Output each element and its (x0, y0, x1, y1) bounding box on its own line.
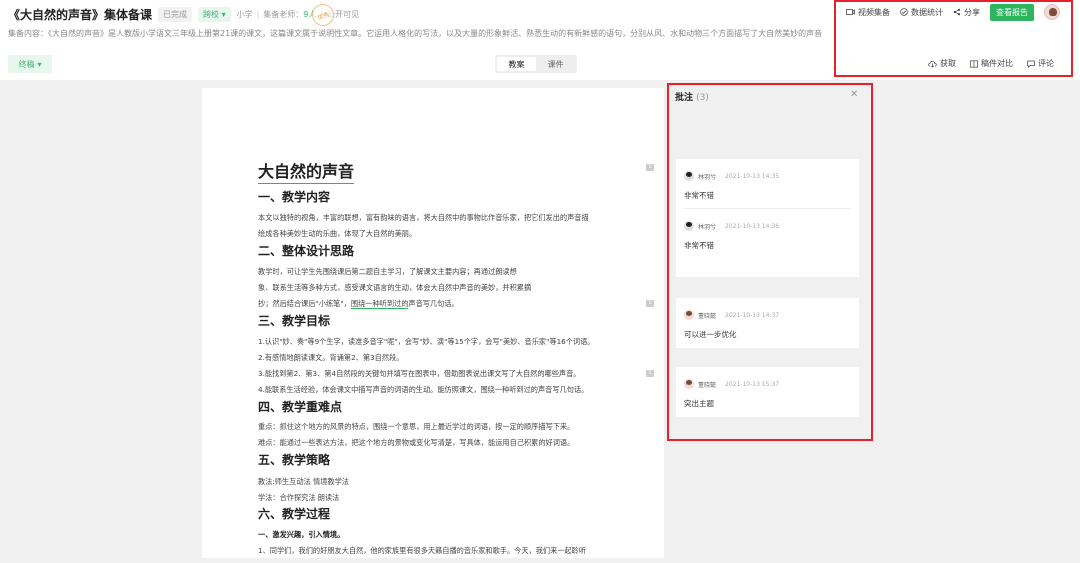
comment-marker[interactable]: 1 (646, 370, 654, 377)
section-heading: 六、教学过程 (258, 507, 331, 521)
caret-down-icon: ▾ (37, 59, 42, 69)
tab-lesson-plan[interactable]: 教案 (497, 57, 536, 71)
goal-line: 1.认识"妙、奏"等9个生字，读准多音字"呢"，会写"妙、演"等15个字，会写"… (258, 337, 595, 346)
level-label: 小学 (236, 9, 253, 19)
goal-line: 3.能找到第2、第3、第4自然段的关键句并填写在图表中，借助图表说出课文写了大自… (258, 369, 581, 378)
comment-marker[interactable]: 1 (646, 300, 654, 307)
final-version-label: 终稿 (18, 59, 35, 69)
document-page: 大自然的声音 1 一、教学内容 本文以独特的视角，丰富的联想，富有韵味的语言，将… (202, 88, 664, 558)
section-heading: 一、教学内容 (258, 190, 331, 204)
paragraph-line: 本文以独特的视角，丰富的联想，富有韵味的语言，将大自然中的事物比作音乐家，把它们… (258, 213, 589, 222)
paragraph-line: 教学时，可让学生先围绕课后第二题自主学习，了解课文主要内容；再通过朗读想 (258, 267, 517, 276)
text-span: 抄；然后结合课后"小练笔"， (258, 299, 351, 308)
paragraph-line: 教法:师生互动法 情境教学法 (258, 477, 349, 486)
title-row: 《大自然的声音》集体备课 已完成 跨校 ▾ 小学|集备老师：9人|公开可见 (8, 6, 359, 22)
paragraph-line: 抄；然后结合课后"小练笔"，围绕一种听到过的声音写几句话。 (258, 299, 459, 309)
section-heading: 二、整体设计思路 (258, 244, 355, 258)
annotated-text[interactable]: 围绕一种听到过的 (350, 299, 409, 309)
status-badge: 已完成 (158, 6, 193, 22)
caret-down-icon: ▾ (221, 9, 226, 19)
doc-title: 大自然的声音 (258, 158, 355, 184)
paragraph-line: 难点：能通过一些表达方法，把这个地方的景物或变化写清楚，写具体，能运用自己积累的… (258, 438, 575, 447)
section-heading: 五、教学策略 (258, 453, 331, 467)
page-title: 《大自然的声音》集体备课 (8, 7, 153, 22)
tab-courseware[interactable]: 课件 (536, 57, 575, 71)
paragraph-line: 象、联系生活等多种方式，感受课文语言的生动，体会大自然中声音的美妙，并积累摘 (258, 283, 532, 292)
comments-highlight-box (667, 83, 873, 441)
paragraph-line: 1、同学们，我们的好朋友大自然，他的家族里有很多天籁自播的音乐家和歌手。今天，我… (258, 546, 587, 555)
paragraph-line: 学法：合作探究法 朗读法 (258, 493, 340, 502)
description-text: 集备内容：《大自然的声音》是人教版小学语文三年级上册第21课的课文，这篇课文属于… (8, 29, 823, 38)
goal-line: 2.有感情地朗读课文。背诵第2、第3自然段。 (258, 353, 404, 362)
text-span: 声音写几句话。 (408, 299, 459, 308)
goal-line: 4.能联系生活经验，体会课文中描写声音的词语的生动。能仿照课文，围绕一种听到过的… (258, 385, 589, 394)
scope-label: 跨校 (203, 9, 220, 19)
teachers-label: 集备老师： (263, 9, 304, 19)
paragraph-line: 绘成各种美妙生动的乐曲，体现了大自然的美丽。 (258, 229, 417, 238)
section-heading: 三、教学目标 (258, 314, 331, 328)
paragraph-line: 重点：抓住这个地方的风景的特点，围绕一个意思，用上最近学过的词语，按一定的顺序描… (258, 422, 575, 431)
comment-marker[interactable]: 1 (646, 164, 654, 171)
scope-dropdown[interactable]: 跨校 ▾ (198, 6, 231, 22)
doc-type-tabs: 教案 课件 (495, 55, 577, 73)
meta-info: 小学|集备老师：9人|公开可见 (236, 9, 360, 19)
section-heading: 四、教学重难点 (258, 400, 343, 414)
toolbar-highlight-box (834, 0, 1073, 77)
paragraph-line: 一、激发兴趣，引入情境。 (258, 530, 345, 539)
final-version-dropdown[interactable]: 终稿 ▾ (8, 55, 52, 73)
